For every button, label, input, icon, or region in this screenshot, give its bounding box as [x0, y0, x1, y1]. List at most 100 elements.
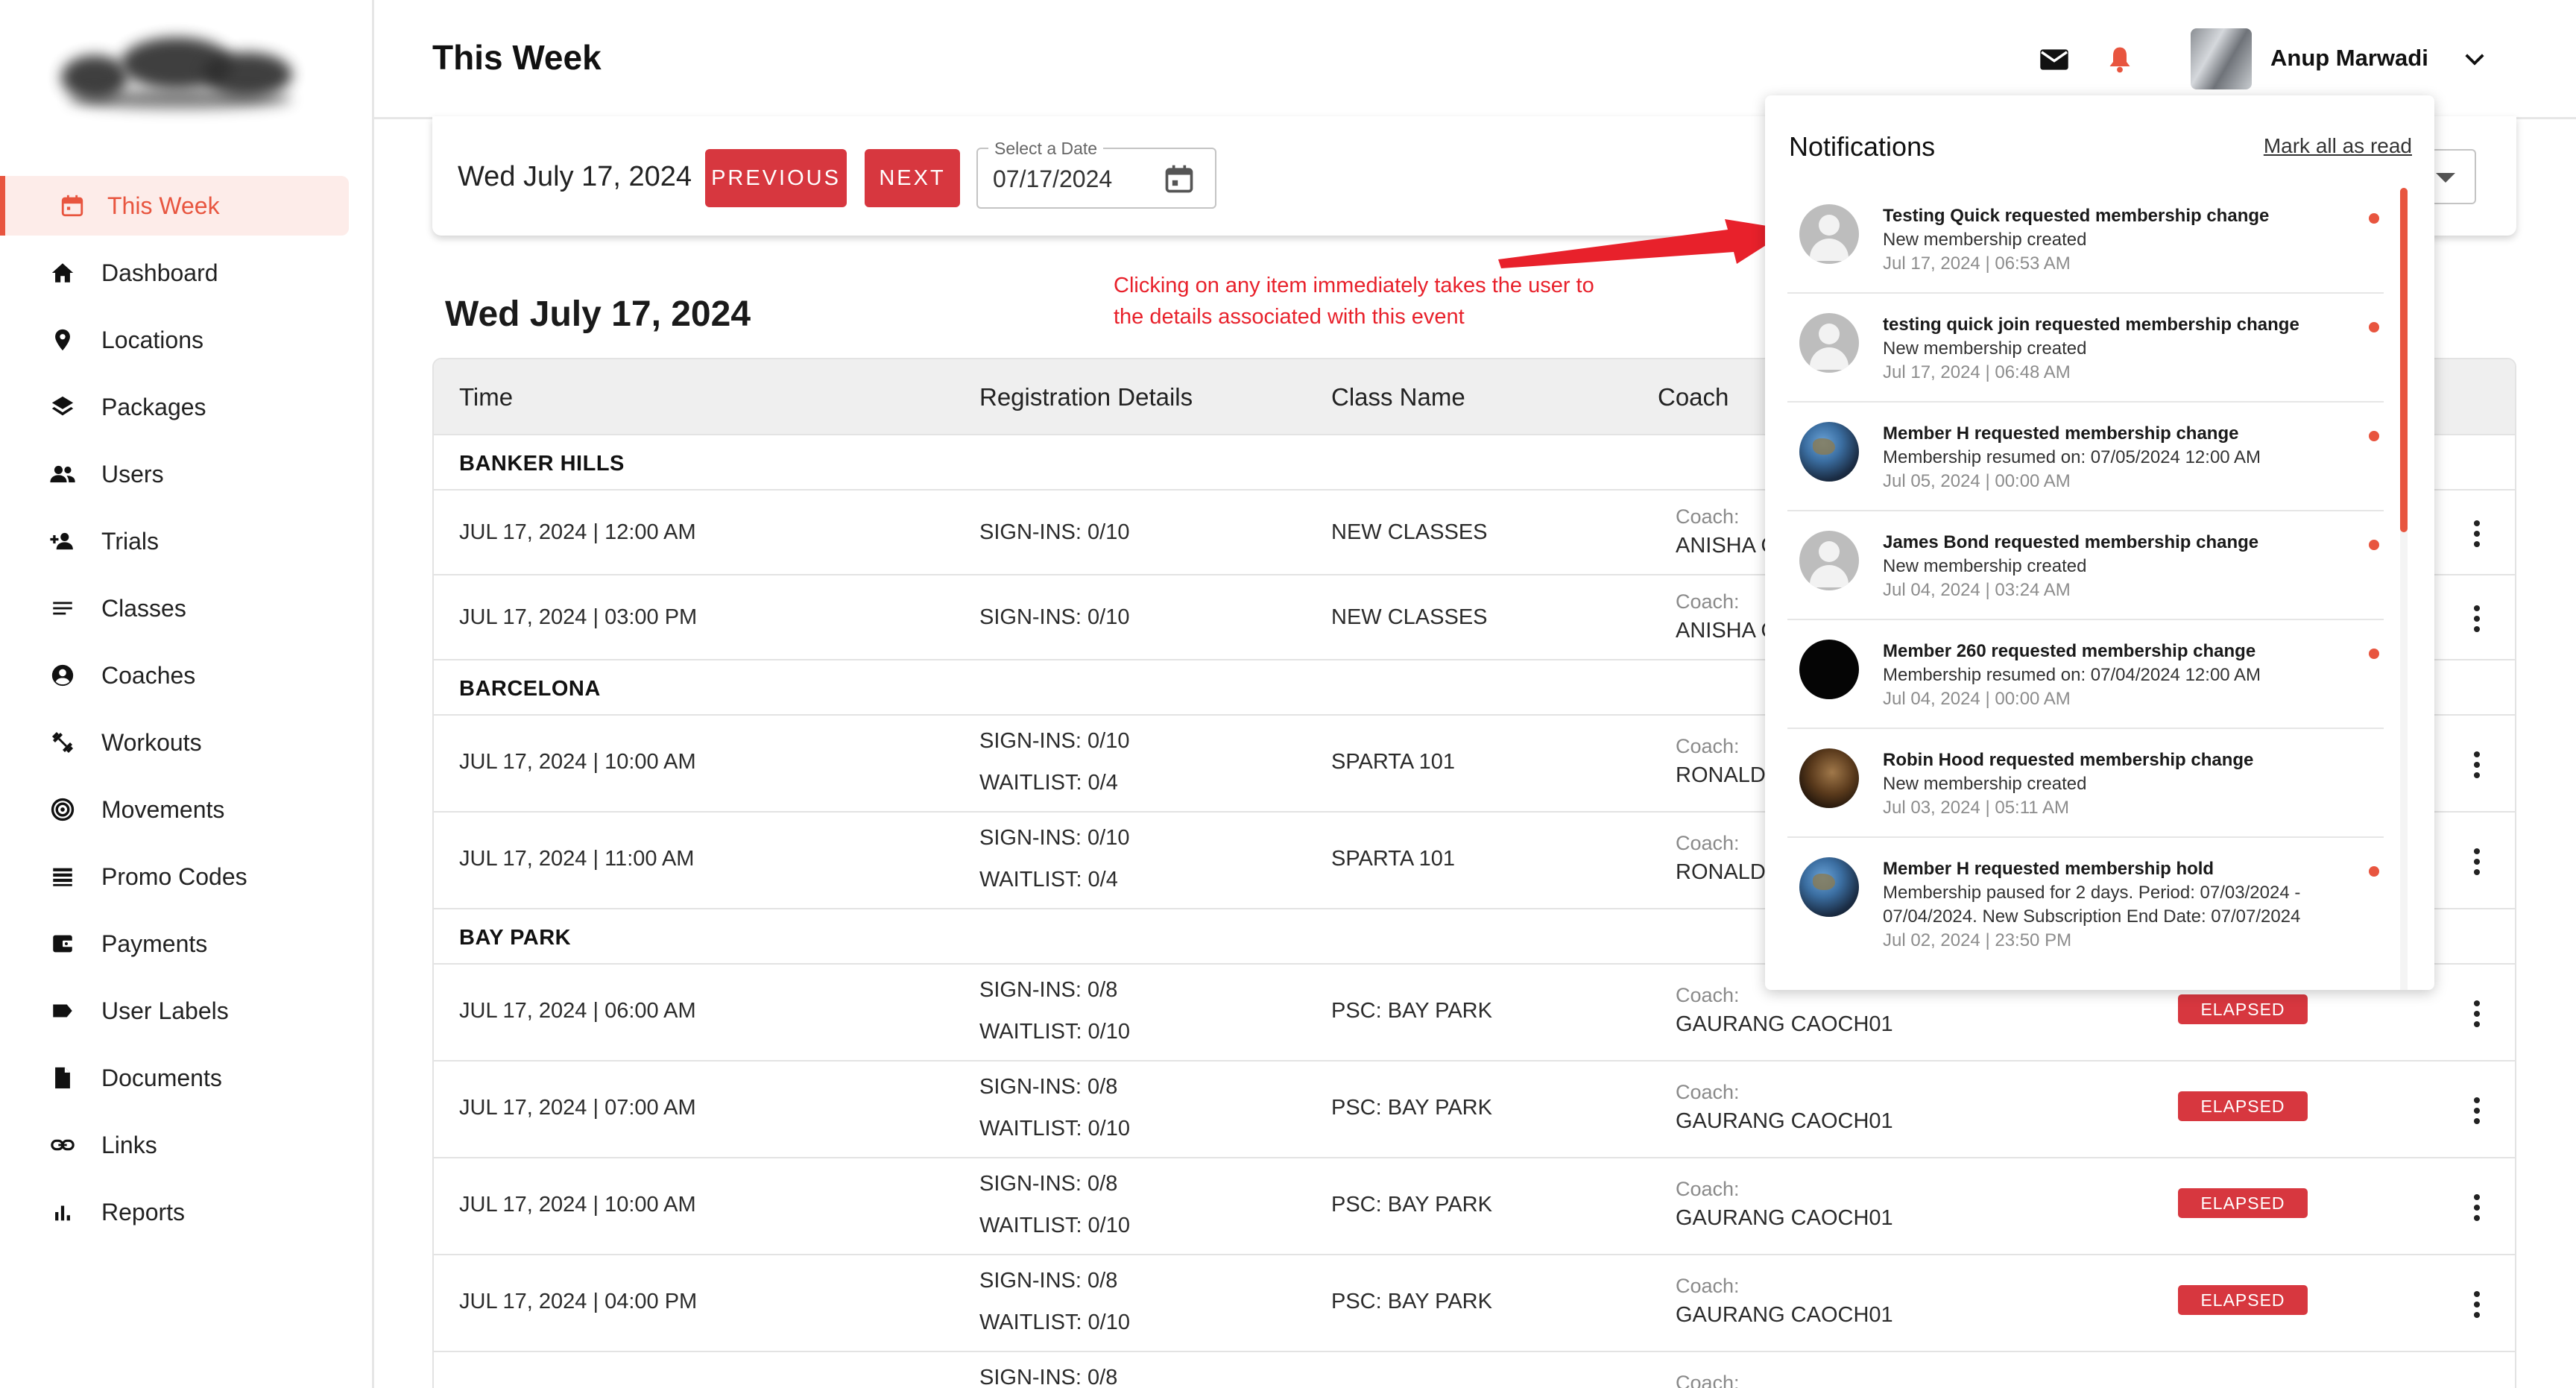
row-class-name: NEW CLASSES: [1331, 520, 1488, 544]
row-time: JUL 17, 2024 | 10:00 AM: [459, 1193, 696, 1217]
target-icon: [48, 795, 78, 824]
notifications-title: Notifications: [1789, 131, 1936, 162]
sidebar-item-promo-codes[interactable]: Promo Codes: [0, 847, 373, 906]
sidebar-item-reports[interactable]: Reports: [0, 1182, 373, 1242]
sidebar-item-user-labels[interactable]: User Labels: [0, 981, 373, 1041]
section-date-heading: Wed July 17, 2024: [445, 294, 751, 334]
scrollbar-thumb[interactable]: [2400, 188, 2408, 532]
chevron-down-icon[interactable]: [2458, 43, 2491, 76]
table-row[interactable]: JUL 17, 2024 | 10:00 AM SIGN-INS: 0/8 WA…: [434, 1158, 2515, 1255]
dumbbell-icon: [48, 728, 78, 757]
more-vert-icon[interactable]: [2466, 1094, 2488, 1127]
row-signins: SIGN-INS: 0/8: [979, 1269, 1118, 1293]
sidebar-item-users[interactable]: Users: [0, 444, 373, 504]
document-icon: [48, 1063, 78, 1093]
notification-item[interactable]: Member H requested membership hold Membe…: [1787, 838, 2384, 968]
location-name: BARCELONA: [459, 677, 601, 701]
sidebar-item-locations[interactable]: Locations: [0, 310, 373, 370]
notification-list: Testing Quick requested membership chang…: [1787, 185, 2384, 968]
table-row[interactable]: SIGN-INS: 0/8 Coach:: [434, 1352, 2515, 1388]
users-icon: [48, 459, 78, 489]
sidebar-item-label: Workouts: [101, 728, 202, 756]
coach-label: Coach:: [1676, 1081, 1740, 1103]
date-field-value[interactable]: 07/17/2024: [993, 165, 1112, 193]
sidebar-item-classes[interactable]: Classes: [0, 578, 373, 638]
wallet-icon: [48, 929, 78, 959]
more-vert-icon[interactable]: [2466, 1191, 2488, 1224]
page-title: This Week: [432, 38, 602, 77]
notification-headline: James Bond requested membership change: [1883, 532, 2259, 552]
notification-time: Jul 04, 2024 | 00:00 AM: [1883, 689, 2071, 709]
more-vert-icon[interactable]: [2466, 602, 2488, 635]
more-vert-icon[interactable]: [2466, 997, 2488, 1030]
notification-time: Jul 17, 2024 | 06:48 AM: [1883, 362, 2071, 382]
unread-dot-icon: [2369, 213, 2379, 224]
date-picker-field[interactable]: Select a Date 07/17/2024: [976, 139, 1216, 209]
notification-body: New membership created: [1883, 338, 2087, 359]
current-date: Wed July 17, 2024: [458, 161, 692, 192]
dropdown-arrow-icon: [2436, 173, 2455, 183]
notification-item[interactable]: Member 260 requested membership change M…: [1787, 620, 2384, 729]
sidebar-item-documents[interactable]: Documents: [0, 1048, 373, 1108]
user-name[interactable]: Anup Marwadi: [2270, 45, 2428, 72]
bell-icon[interactable]: [2102, 42, 2138, 78]
column-header-class-name: Class Name: [1331, 383, 1465, 411]
notification-item[interactable]: James Bond requested membership change N…: [1787, 511, 2384, 620]
notification-body: New membership created: [1883, 230, 2087, 250]
row-time: JUL 17, 2024 | 03:00 PM: [459, 605, 698, 629]
notification-item[interactable]: Robin Hood requested membership change N…: [1787, 729, 2384, 838]
notification-item[interactable]: Testing Quick requested membership chang…: [1787, 185, 2384, 294]
annotation-arrow: [1498, 219, 1790, 268]
sidebar-item-label: Promo Codes: [101, 862, 247, 890]
row-signins: SIGN-INS: 0/8: [979, 1366, 1118, 1388]
sidebar-item-coaches[interactable]: Coaches: [0, 646, 373, 705]
sidebar-item-dashboard[interactable]: Dashboard: [0, 243, 373, 303]
row-class-name: NEW CLASSES: [1331, 605, 1488, 629]
row-waitlist: WAITLIST: 0/10: [979, 1214, 1130, 1237]
column-header-coach: Coach: [1658, 383, 1729, 411]
location-name: BAY PARK: [459, 926, 572, 950]
avatar: [1799, 857, 1859, 917]
sidebar-item-packages[interactable]: Packages: [0, 377, 373, 437]
mail-icon[interactable]: [2036, 42, 2072, 78]
row-waitlist: WAITLIST: 0/10: [979, 1117, 1130, 1141]
sidebar-item-this-week[interactable]: This Week: [0, 176, 349, 236]
sidebar-item-trials[interactable]: Trials: [0, 511, 373, 571]
notification-headline: Member 260 requested membership change: [1883, 641, 2256, 661]
more-vert-icon[interactable]: [2466, 1288, 2488, 1321]
sidebar: This Week Dashboard Locations Packages U…: [0, 0, 374, 1388]
more-vert-icon[interactable]: [2466, 748, 2488, 781]
sidebar-item-workouts[interactable]: Workouts: [0, 713, 373, 772]
notification-item[interactable]: Member H requested membership change Mem…: [1787, 403, 2384, 511]
next-button[interactable]: NEXT: [865, 149, 960, 207]
notification-body: New membership created: [1883, 774, 2087, 794]
mark-all-read-link[interactable]: Mark all as read: [2264, 134, 2412, 158]
table-row[interactable]: JUL 17, 2024 | 07:00 AM SIGN-INS: 0/8 WA…: [434, 1061, 2515, 1158]
sidebar-item-links[interactable]: Links: [0, 1115, 373, 1175]
avatar: [1799, 640, 1859, 699]
row-waitlist: WAITLIST: 0/10: [979, 1020, 1130, 1044]
default-avatar-icon: [1799, 313, 1859, 373]
date-field-label: Select a Date: [988, 139, 1104, 159]
row-signins: SIGN-INS: 0/10: [979, 605, 1130, 629]
unread-dot-icon: [2369, 866, 2379, 877]
sidebar-item-label: Documents: [101, 1064, 222, 1091]
location-name: BANKER HILLS: [459, 452, 625, 476]
more-vert-icon[interactable]: [2466, 845, 2488, 878]
row-time: JUL 17, 2024 | 12:00 AM: [459, 520, 696, 544]
notification-item[interactable]: testing quick join requested membership …: [1787, 294, 2384, 403]
coach-label: Coach:: [1676, 735, 1740, 757]
sidebar-item-label: User Labels: [101, 997, 229, 1024]
coach-label: Coach:: [1676, 984, 1740, 1006]
user-avatar[interactable]: [2191, 28, 2252, 89]
table-row[interactable]: JUL 17, 2024 | 04:00 PM SIGN-INS: 0/8 WA…: [434, 1255, 2515, 1352]
notification-time: Jul 17, 2024 | 06:53 AM: [1883, 253, 2071, 274]
calendar-icon[interactable]: [1163, 163, 1196, 195]
brand-logo[interactable]: [54, 30, 315, 119]
more-vert-icon[interactable]: [2466, 517, 2488, 550]
sidebar-item-payments[interactable]: Payments: [0, 914, 373, 974]
unread-dot-icon: [2369, 540, 2379, 550]
notification-time: Jul 03, 2024 | 05:11 AM: [1883, 798, 2069, 818]
sidebar-item-movements[interactable]: Movements: [0, 780, 373, 839]
previous-button[interactable]: PREVIOUS: [705, 149, 847, 207]
